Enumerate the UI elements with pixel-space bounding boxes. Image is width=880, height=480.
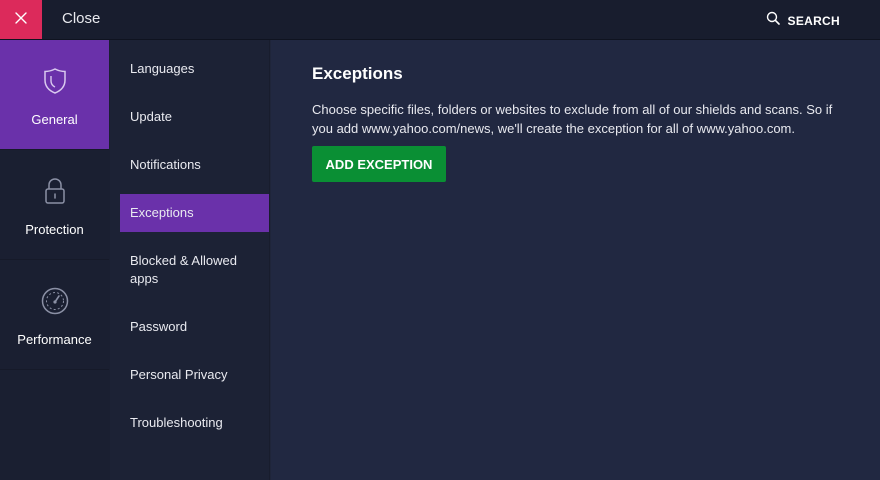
search-label: SEARCH xyxy=(787,13,840,28)
close-icon xyxy=(15,11,27,29)
close-button[interactable] xyxy=(0,0,42,39)
subnav-item-blocked-allowed-apps[interactable]: Blocked & Allowed apps xyxy=(120,252,269,288)
close-label[interactable]: Close xyxy=(62,10,100,27)
category-label: Performance xyxy=(17,332,92,347)
top-bar: Close SEARCH xyxy=(0,0,880,40)
category-general[interactable]: General xyxy=(0,40,109,150)
subnav-item-troubleshooting[interactable]: Troubleshooting xyxy=(120,414,269,432)
main-content: Exceptions Choose specific files, folder… xyxy=(271,40,880,480)
search-icon xyxy=(766,11,780,30)
subnav-item-update[interactable]: Update xyxy=(120,108,269,126)
category-protection[interactable]: Protection xyxy=(0,150,109,260)
category-label: Protection xyxy=(25,222,84,237)
subnav-item-password[interactable]: Password xyxy=(120,318,269,336)
shield-icon xyxy=(43,66,67,96)
add-exception-button[interactable]: ADD EXCEPTION xyxy=(312,146,446,182)
page-title: Exceptions xyxy=(312,64,403,83)
category-sidebar: General Protection Performance xyxy=(0,40,110,480)
subnav-item-exceptions[interactable]: Exceptions xyxy=(120,194,269,232)
subnav-item-languages[interactable]: Languages xyxy=(120,60,269,78)
search-button[interactable]: SEARCH xyxy=(766,11,840,30)
speedometer-icon xyxy=(41,286,69,316)
subnav-item-personal-privacy[interactable]: Personal Privacy xyxy=(120,366,269,384)
category-performance[interactable]: Performance xyxy=(0,260,109,370)
page-description: Choose specific files, folders or websit… xyxy=(312,102,833,136)
subnav-item-notifications[interactable]: Notifications xyxy=(120,156,269,174)
lock-icon xyxy=(43,176,67,206)
settings-subnav: Languages Update Notifications Exception… xyxy=(110,40,270,480)
category-label: General xyxy=(31,112,78,127)
